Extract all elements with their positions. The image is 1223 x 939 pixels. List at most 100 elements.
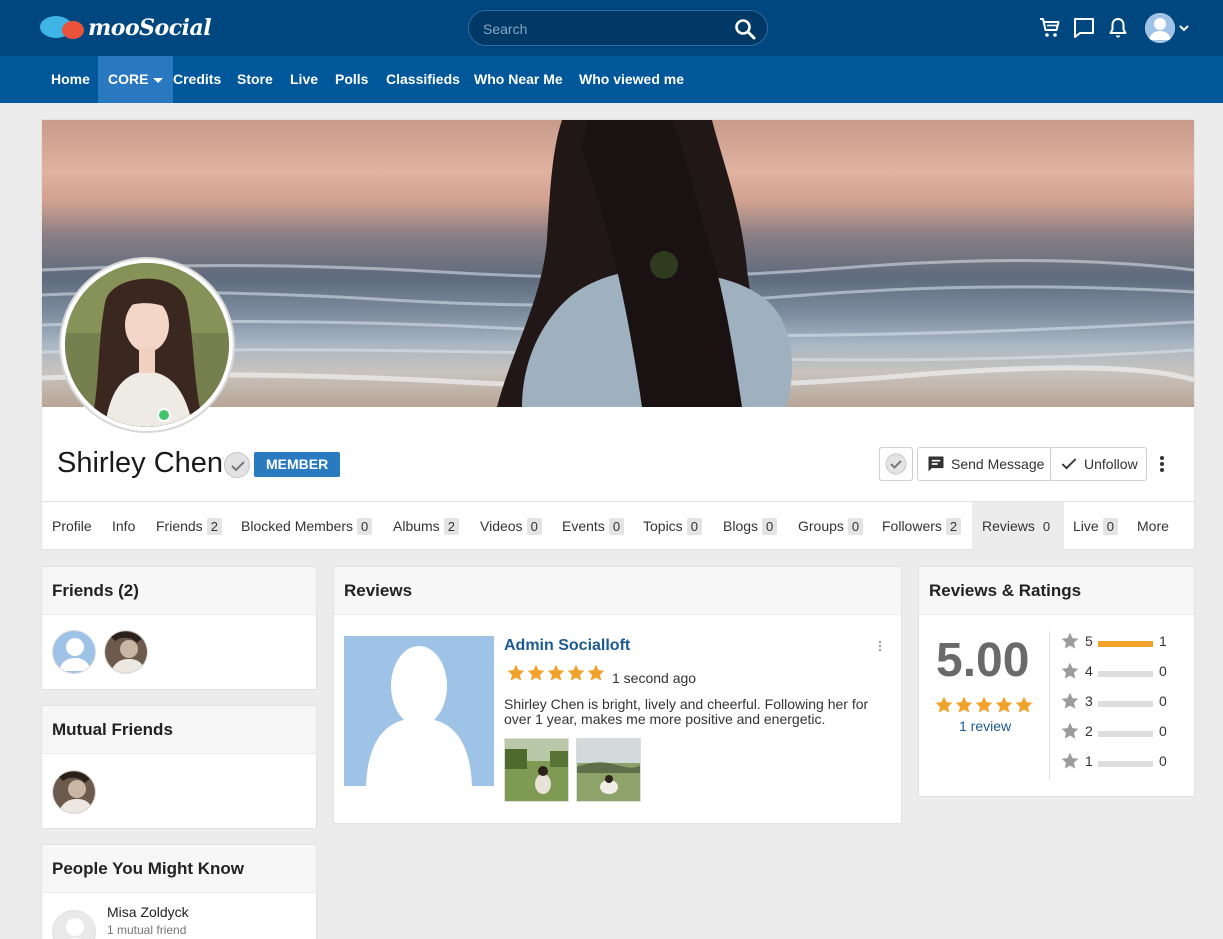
tab-count: 0 xyxy=(608,518,625,535)
send-message-button[interactable]: Send Message xyxy=(917,447,1054,481)
rating-row-4[interactable]: 4 0 xyxy=(1060,661,1180,683)
review-photo[interactable] xyxy=(576,738,641,802)
bell-icon[interactable] xyxy=(1106,16,1130,40)
star-icon xyxy=(1015,696,1033,713)
tab-topics[interactable]: Topics 0 xyxy=(643,502,702,550)
friend-avatar[interactable] xyxy=(52,630,96,674)
chevron-down-icon[interactable] xyxy=(1178,22,1190,34)
profile-photo[interactable] xyxy=(59,257,235,433)
divider xyxy=(1049,631,1050,781)
mutual-friends-panel: Mutual Friends xyxy=(41,705,317,829)
star-icon xyxy=(507,664,525,681)
star-icon xyxy=(1061,692,1079,709)
user-silhouette-icon xyxy=(366,646,472,786)
tab-count: 2 xyxy=(206,518,222,535)
tab-label: Live xyxy=(1073,518,1099,534)
logo-text: mooSocial xyxy=(88,15,212,41)
tab-groups[interactable]: Groups 0 xyxy=(798,502,864,550)
rating-row-count: 1 xyxy=(1159,633,1167,649)
profile-photo-image xyxy=(65,263,229,427)
tab-events[interactable]: Events 0 xyxy=(562,502,625,550)
review-time: 1 second ago xyxy=(612,670,697,686)
rating-row-count: 0 xyxy=(1159,753,1167,769)
reviewer-name[interactable]: Admin Socialloft xyxy=(504,637,630,655)
rating-row-5[interactable]: 5 1 xyxy=(1060,631,1180,653)
profile-card: Shirley Chen MEMBER Send Message Unfollo… xyxy=(41,119,1195,550)
tab-friends[interactable]: Friends 2 xyxy=(156,502,222,550)
review-count-link[interactable]: 1 review xyxy=(959,718,1011,734)
tab-label: Events xyxy=(562,518,605,534)
nav-item-polls[interactable]: Polls xyxy=(335,56,368,103)
star-icon xyxy=(567,664,585,681)
tab-profile[interactable]: Profile xyxy=(52,502,92,550)
rating-row-star: 1 xyxy=(1085,753,1093,769)
people-you-might-know-panel: People You Might Know Misa Zoldyck 1 mut… xyxy=(41,844,317,939)
nav-item-home[interactable]: Home xyxy=(51,56,90,103)
nav-item-who-viewed-me[interactable]: Who viewed me xyxy=(579,56,684,103)
cart-icon[interactable] xyxy=(1038,16,1062,40)
logo[interactable]: mooSocial xyxy=(40,13,212,43)
mutual-friend-avatar[interactable] xyxy=(52,770,96,814)
ratings-panel-title: Reviews & Ratings xyxy=(919,567,1194,615)
tab-live[interactable]: Live 0 xyxy=(1073,502,1118,550)
review-photo[interactable] xyxy=(504,738,569,802)
suggested-person-mutual: 1 mutual friend xyxy=(107,923,187,937)
user-avatar[interactable] xyxy=(1145,13,1175,43)
caret-down-icon xyxy=(153,77,164,83)
logo-icon xyxy=(40,13,86,43)
reviewer-avatar[interactable] xyxy=(344,636,494,786)
tab-label: Friends xyxy=(156,518,203,534)
star-icon xyxy=(1061,722,1079,739)
tab-info[interactable]: Info xyxy=(112,502,135,550)
nav-item-who-near-me[interactable]: Who Near Me xyxy=(474,56,563,103)
people-panel-title: People You Might Know xyxy=(42,845,316,893)
tab-videos[interactable]: Videos 0 xyxy=(480,502,542,550)
tab-reviews[interactable]: Reviews 0 xyxy=(972,502,1065,550)
user-silhouette-icon xyxy=(1145,13,1175,43)
friend-avatar[interactable] xyxy=(104,630,148,674)
rating-row-star: 4 xyxy=(1085,663,1093,679)
rating-row-1[interactable]: 1 0 xyxy=(1060,751,1180,773)
user-silhouette-icon xyxy=(59,638,91,671)
more-options-icon[interactable] xyxy=(1152,452,1172,476)
online-status-dot xyxy=(157,408,171,422)
star-icon xyxy=(527,664,545,681)
verify-button[interactable] xyxy=(879,447,913,481)
tab-followers[interactable]: Followers 2 xyxy=(882,502,962,550)
nav-item-core[interactable]: CORE xyxy=(98,56,174,103)
suggested-person-avatar[interactable] xyxy=(52,910,96,939)
tab-blogs[interactable]: Blogs 0 xyxy=(723,502,778,550)
rating-row-3[interactable]: 3 0 xyxy=(1060,691,1180,713)
top-bar: mooSocial xyxy=(0,0,1223,56)
rating-row-count: 0 xyxy=(1159,723,1167,739)
unfollow-button[interactable]: Unfollow xyxy=(1050,447,1147,481)
nav-item-credits[interactable]: Credits xyxy=(173,56,221,103)
profile-name: Shirley Chen xyxy=(57,447,224,479)
review-text: Shirley Chen is bright, lively and cheer… xyxy=(504,696,869,727)
rating-bar-track xyxy=(1098,701,1153,707)
friend-photo xyxy=(53,771,95,813)
check-icon xyxy=(1061,458,1077,470)
suggested-person-name[interactable]: Misa Zoldyck xyxy=(107,904,189,920)
chat-icon[interactable] xyxy=(1072,16,1096,40)
tab-more[interactable]: More xyxy=(1137,502,1169,550)
tab-label: Blocked Members xyxy=(241,518,354,534)
review-stars xyxy=(506,663,606,683)
tab-blocked-members[interactable]: Blocked Members 0 xyxy=(241,502,373,550)
nav-item-classifieds[interactable]: Classifieds xyxy=(386,56,460,103)
search-input[interactable] xyxy=(483,19,723,39)
review-options-icon[interactable] xyxy=(874,639,886,653)
tab-albums[interactable]: Albums 2 xyxy=(393,502,459,550)
rating-row-2[interactable]: 2 0 xyxy=(1060,721,1180,743)
friend-photo xyxy=(105,631,147,673)
nav-item-live[interactable]: Live xyxy=(290,56,318,103)
review-photo-image xyxy=(577,739,640,801)
rating-row-star: 3 xyxy=(1085,693,1093,709)
rating-bar-fill xyxy=(1098,641,1153,647)
search-icon[interactable] xyxy=(733,17,757,41)
ratings-panel: Reviews & Ratings 5.00 1 review 5 1 4 0 … xyxy=(918,566,1195,797)
nav-item-core-label: CORE xyxy=(108,71,149,87)
tab-count: 0 xyxy=(1042,519,1051,534)
nav-item-store[interactable]: Store xyxy=(237,56,273,103)
user-silhouette-icon xyxy=(66,918,84,939)
